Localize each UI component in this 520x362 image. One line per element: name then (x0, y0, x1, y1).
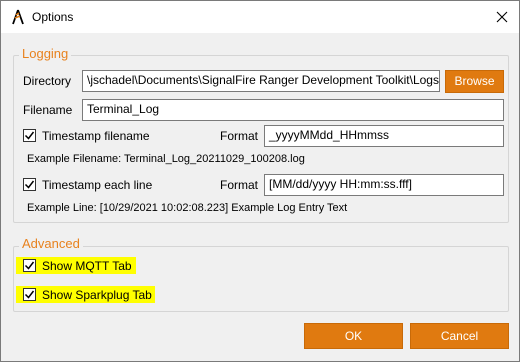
mqtt-label[interactable]: Show MQTT Tab (42, 259, 132, 273)
timestamp-line-checkbox[interactable] (23, 178, 36, 191)
browse-button[interactable]: Browse (445, 70, 504, 93)
advanced-group-title: Advanced (19, 236, 83, 251)
filename-input[interactable]: Terminal_Log (82, 99, 504, 121)
filename-format-label: Format (220, 129, 259, 143)
example-filename-text: Example Filename: Terminal_Log_20211029_… (27, 153, 305, 165)
mqtt-checkbox[interactable] (23, 259, 36, 272)
ok-button[interactable]: OK (304, 323, 403, 349)
close-icon[interactable] (493, 8, 511, 26)
cancel-button[interactable]: Cancel (410, 323, 509, 349)
timestamp-filename-checkbox[interactable] (23, 129, 36, 142)
check-icon (24, 261, 35, 270)
check-icon (24, 131, 35, 140)
filename-label: Filename (23, 103, 73, 117)
options-dialog: Options Logging Directory \jschadel\Docu… (0, 0, 520, 362)
example-line-text: Example Line: [10/29/2021 10:02:08.223] … (27, 202, 348, 214)
line-format-label: Format (220, 178, 259, 192)
signalfire-logo-icon (12, 9, 24, 25)
filename-format-input[interactable]: _yyyyMMdd_HHmmss (264, 125, 504, 147)
sparkplug-checkbox[interactable] (23, 288, 36, 301)
timestamp-filename-label[interactable]: Timestamp filename (42, 129, 150, 143)
directory-label: Directory (23, 74, 72, 88)
window-title: Options (32, 10, 74, 24)
sparkplug-label[interactable]: Show Sparkplug Tab (42, 288, 152, 302)
title-bar: Options (1, 1, 519, 33)
directory-input[interactable]: \jschadel\Documents\SignalFire Ranger De… (82, 70, 440, 92)
line-format-input[interactable]: [MM/dd/yyyy HH:mm:ss.fff] (264, 174, 504, 196)
check-icon (24, 290, 35, 299)
timestamp-line-label[interactable]: Timestamp each line (42, 178, 152, 192)
check-icon (24, 180, 35, 189)
logging-group-title: Logging (19, 46, 72, 61)
